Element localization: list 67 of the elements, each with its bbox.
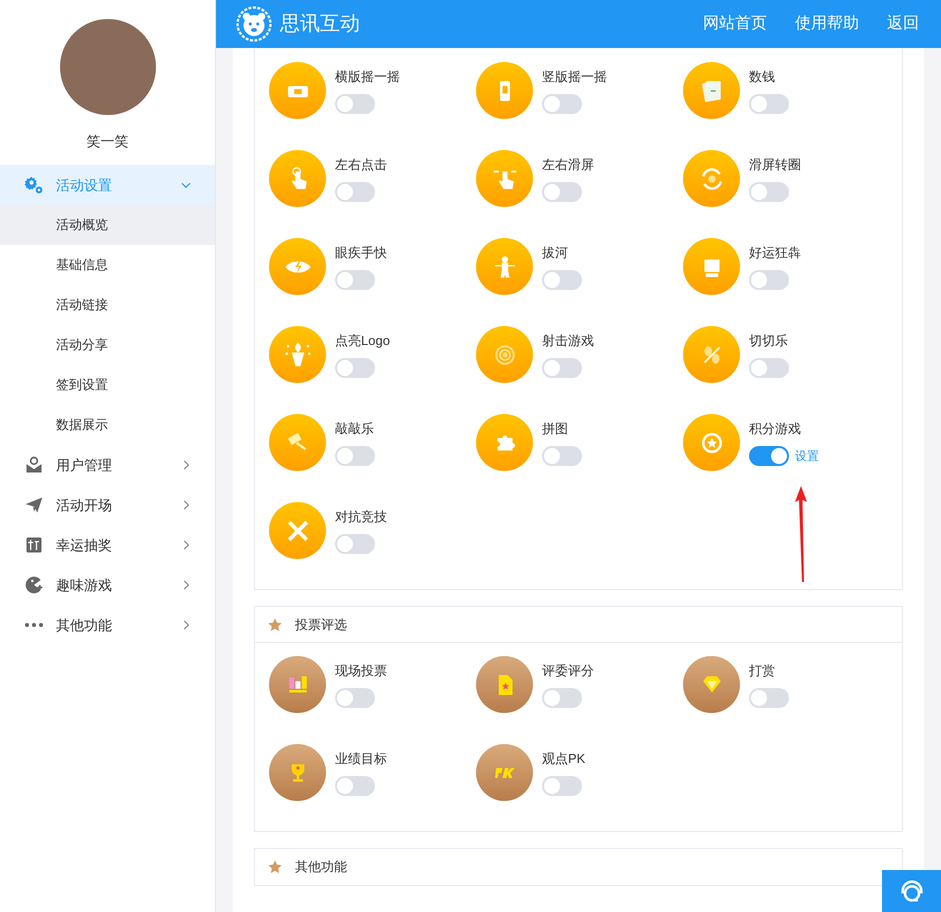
toggle-switch[interactable] <box>749 358 789 378</box>
toggle-switch[interactable] <box>542 776 582 796</box>
user-name: 笑一笑 <box>86 132 130 151</box>
feature-label: 眼疾手快 <box>335 244 387 262</box>
feature-label: 左右点击 <box>335 156 387 174</box>
toggle-switch[interactable] <box>542 270 582 290</box>
toggle-switch[interactable] <box>335 182 375 202</box>
toggle-switch[interactable] <box>749 182 789 202</box>
feature-label: 竖版摇一摇 <box>542 68 607 86</box>
feature-label: 敲敲乐 <box>335 420 375 438</box>
feature-label: 横版摇一摇 <box>335 68 400 86</box>
user-mail-icon <box>24 455 44 475</box>
feature-label: 业绩目标 <box>335 750 387 768</box>
feature-label: 积分游戏 <box>749 420 802 438</box>
section-title: 其他功能 <box>295 858 347 876</box>
gear-icon <box>24 175 44 195</box>
toggle-switch[interactable] <box>749 688 789 708</box>
menu-item[interactable]: 活动开场 <box>0 485 215 525</box>
feature-label: 左右滑屏 <box>542 156 594 174</box>
toggle-switch[interactable] <box>749 270 789 290</box>
toggle-switch[interactable] <box>335 776 375 796</box>
submenu-item[interactable]: 活动链接 <box>0 285 215 325</box>
feature-label: 拔河 <box>542 244 569 262</box>
submenu-item[interactable]: 活动分享 <box>0 325 215 365</box>
toggle-switch[interactable] <box>749 446 789 466</box>
submenu-item[interactable]: 活动概览 <box>0 205 215 245</box>
submenu-item[interactable]: 基础信息 <box>0 245 215 285</box>
feature-label: 拼图 <box>542 420 569 438</box>
menu-item[interactable]: 用户管理 <box>0 445 215 485</box>
menu-item[interactable]: 其他功能 <box>0 605 215 645</box>
submenu-item[interactable]: 签到设置 <box>0 365 215 405</box>
more-icon <box>24 622 44 628</box>
paper-plane-icon <box>24 495 44 515</box>
feature-label: 好运狂犇 <box>749 244 801 262</box>
toggle-switch[interactable] <box>335 94 375 114</box>
feature-label: 现场投票 <box>335 662 387 680</box>
toggle-switch[interactable] <box>542 688 582 708</box>
grid-card-icon <box>24 535 44 555</box>
star-icon <box>267 616 283 632</box>
toggle-switch[interactable] <box>335 688 375 708</box>
toggle-switch[interactable] <box>335 358 375 378</box>
feature-label: 评委评分 <box>542 662 594 680</box>
toggle-switch[interactable] <box>749 94 789 114</box>
toggle-switch[interactable] <box>542 94 582 114</box>
feature-label: 数钱 <box>749 68 776 86</box>
menu-item[interactable]: 幸运抽奖 <box>0 525 215 565</box>
toggle-switch[interactable] <box>542 446 582 466</box>
pacman-icon <box>24 575 44 595</box>
star-icon <box>267 859 283 875</box>
feature-label: 打赏 <box>749 662 776 680</box>
submenu-item[interactable]: 数据展示 <box>0 405 215 445</box>
feature-label: 滑屏转圈 <box>749 156 801 174</box>
toggle-switch[interactable] <box>335 446 375 466</box>
section-title: 投票评选 <box>295 616 347 634</box>
bear-logo-icon <box>236 6 272 42</box>
feature-label: 射击游戏 <box>542 332 594 350</box>
feature-label: 点亮Logo <box>335 332 390 350</box>
toggle-switch[interactable] <box>335 270 375 290</box>
toggle-switch[interactable] <box>542 182 582 202</box>
feature-label: 对抗竞技 <box>335 508 387 526</box>
support-button[interactable] <box>882 870 941 912</box>
feature-label: 观点PK <box>542 750 586 768</box>
menu-item[interactable]: 趣味游戏 <box>0 565 215 605</box>
feature-label: 切切乐 <box>749 332 789 350</box>
logo-text: 思讯互动 <box>280 12 360 37</box>
toggle-switch[interactable] <box>542 358 582 378</box>
toggle-switch[interactable] <box>335 534 375 554</box>
